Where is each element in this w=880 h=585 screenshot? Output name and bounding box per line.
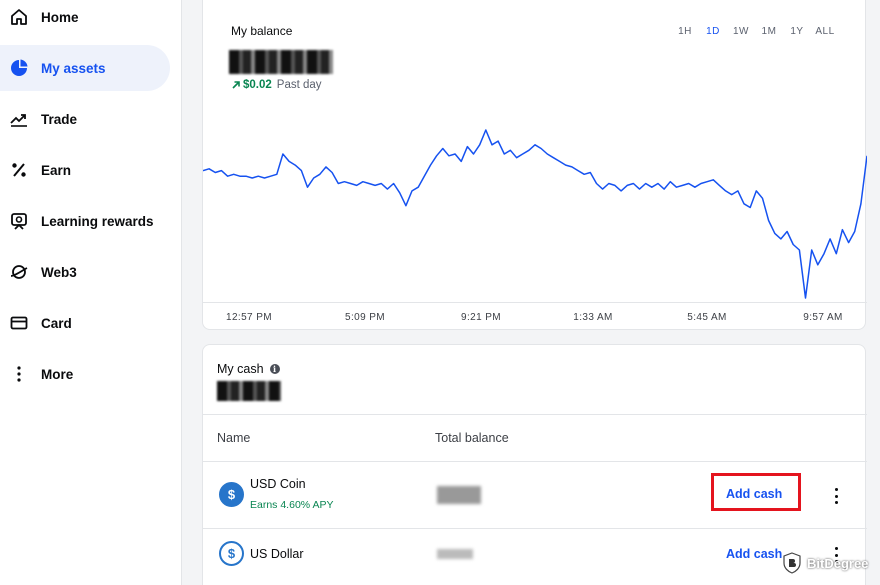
percent-icon [8, 159, 30, 181]
range-1h[interactable]: 1H [671, 26, 699, 37]
sidebar-item-card[interactable]: Card [0, 300, 170, 346]
x-tick-label: 5:09 PM [344, 312, 386, 323]
divider [203, 414, 867, 415]
range-1w[interactable]: 1W [727, 26, 755, 37]
more-vertical-icon [8, 363, 30, 385]
sidebar-item-label: More [41, 366, 74, 382]
sidebar-item-label: Card [41, 315, 72, 331]
total-balance-redacted [437, 549, 473, 559]
column-header-name[interactable]: Name [217, 431, 250, 445]
sidebar-item-label: Trade [41, 111, 78, 127]
range-all[interactable]: ALL [811, 26, 839, 37]
x-tick-label: 9:57 AM [803, 312, 843, 323]
balance-line-chart[interactable] [203, 120, 867, 302]
time-range-selector: 1H 1D 1W 1M 1Y ALL [671, 26, 839, 37]
usdc-icon: $ [219, 482, 244, 507]
arrow-up-right-icon [232, 81, 240, 89]
reward-icon [8, 210, 30, 232]
balance-change: $0.02 Past day [231, 79, 322, 91]
highlight-annotation [711, 473, 801, 511]
sidebar-item-my-assets[interactable]: My assets [0, 45, 170, 91]
info-icon[interactable]: i [269, 364, 280, 374]
sidebar-item-trade[interactable]: Trade [0, 96, 170, 142]
sidebar-item-earn[interactable]: Earn [0, 147, 170, 193]
range-1y[interactable]: 1Y [783, 26, 811, 37]
balance-change-value: $0.02 [243, 79, 272, 91]
cash-amount-redacted [217, 381, 281, 401]
watermark: BitDegree [782, 552, 868, 574]
range-1d[interactable]: 1D [699, 26, 727, 37]
sidebar-item-web3[interactable]: Web3 [0, 249, 170, 295]
sidebar-item-label: Web3 [41, 264, 77, 280]
x-tick-label: 5:45 AM [687, 312, 727, 323]
x-tick-label: 1:33 AM [573, 312, 613, 323]
card-icon [8, 312, 30, 334]
balance-series-line [203, 129, 867, 299]
watermark-text: BitDegree [807, 555, 869, 571]
sidebar-item-label: Home [41, 9, 79, 25]
balance-amount-redacted [229, 50, 333, 74]
more-options-icon[interactable] [833, 488, 839, 504]
table-row[interactable]: $ US Dollar Add cash [203, 529, 867, 585]
planet-icon [8, 261, 30, 283]
sidebar-item-learning-rewards[interactable]: Learning rewards [0, 198, 170, 244]
balance-card: My balance $0.02 Past day 1H 1D 1W 1M 1Y… [202, 0, 867, 330]
column-header-total-balance[interactable]: Total balance [435, 431, 509, 445]
cash-card: My cash i Name Total balance $ USD Coin … [202, 344, 867, 585]
usd-icon: $ [219, 541, 244, 566]
cash-title-text: My cash [217, 362, 264, 376]
x-tick-label: 12:57 PM [225, 312, 273, 323]
pie-chart-icon [8, 57, 30, 79]
bitdegree-logo-icon [783, 552, 801, 574]
add-cash-button[interactable]: Add cash [726, 547, 782, 561]
chart-x-axis: 12:57 PM 5:09 PM 9:21 PM 1:33 AM 5:45 AM 9:57… [203, 302, 867, 330]
asset-name: US Dollar [250, 547, 304, 561]
balance-title: My balance [231, 24, 293, 38]
total-balance-redacted [437, 486, 481, 504]
trend-up-icon [8, 108, 30, 130]
sidebar-item-label: Learning rewards [41, 213, 154, 229]
sidebar-item-more[interactable]: More [0, 351, 170, 397]
sidebar: Home My assets Trade Earn Learning rewar… [0, 0, 182, 585]
home-icon [8, 6, 30, 28]
range-1m[interactable]: 1M [755, 26, 783, 37]
sidebar-item-label: Earn [41, 162, 72, 178]
sidebar-item-home[interactable]: Home [0, 0, 170, 40]
asset-name: USD Coin [250, 477, 306, 491]
sidebar-item-label: My assets [41, 60, 106, 76]
balance-change-label: Past day [276, 79, 322, 91]
x-tick-label: 9:21 PM [460, 312, 502, 323]
asset-apy: Earns 4.60% APY [250, 499, 334, 511]
cash-title: My cash i [217, 362, 280, 376]
